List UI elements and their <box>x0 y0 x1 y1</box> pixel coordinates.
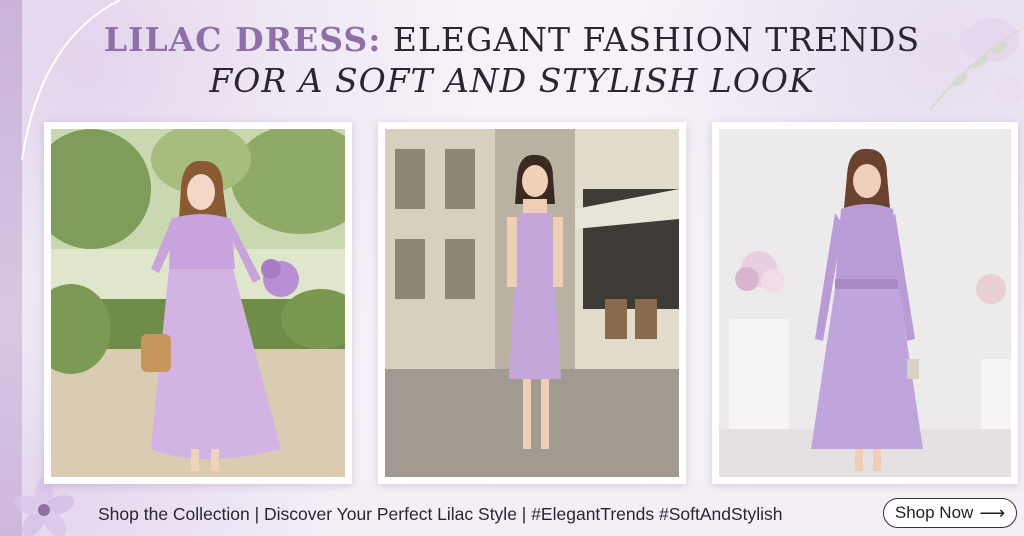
garden-dress-image <box>51 129 345 477</box>
title-rest: ELEGANT FASHION TRENDS <box>381 20 921 59</box>
shop-now-label: Shop Now <box>894 503 974 522</box>
shop-now-button[interactable]: Shop Now ⟶ <box>883 498 1017 528</box>
footer-bar: Shop the Collection | Discover Your Perf… <box>0 494 1024 536</box>
photo-pleated-dress <box>712 122 1018 484</box>
arrow-right-icon: ⟶ <box>979 502 1006 523</box>
title-line2: FOR A SOFT AND STYLISH LOOK <box>209 61 815 100</box>
photo-street-dress <box>378 122 686 484</box>
street-dress-image <box>385 129 679 477</box>
footer-tagline: Shop the Collection | Discover Your Perf… <box>98 504 783 524</box>
page-title: LILAC DRESS: ELEGANT FASHION TRENDS FOR … <box>60 20 964 102</box>
pleated-dress-image <box>719 129 1011 477</box>
title-accent: LILAC DRESS: <box>103 20 382 59</box>
photo-garden-dress <box>44 122 352 484</box>
